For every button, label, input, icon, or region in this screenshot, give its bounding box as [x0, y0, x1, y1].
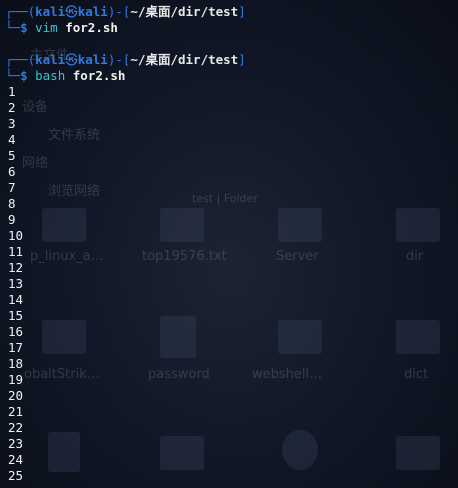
file-label: p_linux_a… — [30, 249, 104, 264]
output-line: 1 — [8, 84, 16, 99]
output-line: 17 — [8, 340, 24, 355]
gear-icon — [282, 430, 318, 470]
sidebar-filesystem-label: 文件系统 — [48, 128, 101, 143]
sidebar-devices-label: 设备 — [22, 100, 49, 115]
sidebar-browse-network-label: 浏览网络 — [48, 184, 101, 199]
command-line: └─$ bash for2.sh — [5, 68, 126, 83]
output-line: 25 — [8, 468, 24, 483]
kali-skull-icon: ㉿ — [65, 52, 78, 67]
output-line: 19 — [8, 372, 24, 387]
output-line: 8 — [8, 196, 16, 211]
output-line: 16 — [8, 324, 24, 339]
file-label: Server — [276, 249, 319, 264]
output-line: 10 — [8, 228, 24, 243]
command-argument: for2.sh — [65, 20, 118, 35]
file-label: obaltStrik… — [24, 367, 100, 382]
folder-icon — [160, 208, 204, 242]
output-line: 21 — [8, 404, 24, 419]
output-line: 22 — [8, 420, 24, 435]
output-line: 18 — [8, 356, 24, 371]
output-line: 11 — [8, 244, 24, 259]
output-line: 7 — [8, 180, 16, 195]
output-line: 20 — [8, 388, 24, 403]
prompt-path: ~/桌面/dir/test — [130, 52, 239, 67]
file-label: webshell… — [252, 367, 323, 382]
output-line: 5 — [8, 148, 16, 163]
folder-icon — [42, 320, 86, 354]
output-line: 3 — [8, 116, 16, 131]
folder-icon — [396, 208, 440, 242]
folder-icon — [278, 320, 322, 354]
folder-icon — [278, 208, 322, 242]
output-line: 13 — [8, 276, 24, 291]
file-label: top19576.txt — [142, 249, 227, 264]
folder-icon — [396, 320, 440, 354]
folder-icon — [160, 436, 204, 470]
output-line: 24 — [8, 452, 24, 467]
terminal-window[interactable]: 主文件 设备 文件系统 网络 浏览网络 test | Folder p_linu… — [0, 0, 458, 488]
output-line: 9 — [8, 212, 16, 227]
prompt-line: ┌──(kali㉿kali)-[~/桌面/dir/test] — [5, 52, 246, 67]
prompt-path: ~/桌面/dir/test — [130, 4, 239, 19]
sidebar-network-label: 网络 — [22, 156, 49, 171]
command-line: └─$ vim for2.sh — [5, 20, 118, 35]
prompt-host: kali — [77, 52, 108, 67]
output-line: 4 — [8, 132, 16, 147]
command-name: vim — [35, 20, 58, 35]
output-line: 23 — [8, 436, 24, 451]
file-label: dir — [406, 249, 424, 264]
file-label: dict — [404, 367, 429, 382]
prompt-user: kali — [35, 52, 66, 67]
file-label: password — [148, 367, 210, 382]
output-line: 2 — [8, 100, 16, 115]
folder-icon — [396, 436, 440, 470]
folder-icon — [42, 208, 86, 242]
archive-icon — [48, 432, 80, 472]
output-line: 15 — [8, 308, 24, 323]
command-argument: for2.sh — [72, 68, 126, 83]
prompt-line: ┌──(kali㉿kali)-[~/桌面/dir/test] — [5, 4, 246, 19]
kali-skull-icon: ㉿ — [65, 4, 78, 19]
prompt-host: kali — [77, 4, 108, 19]
prompt-user: kali — [35, 4, 66, 19]
file-icon — [160, 316, 196, 358]
breadcrumb: test | Folder — [192, 192, 258, 205]
output-line: 6 — [8, 164, 16, 179]
output-line: 12 — [8, 260, 24, 275]
command-name: bash — [35, 68, 66, 83]
output-line: 14 — [8, 292, 24, 307]
